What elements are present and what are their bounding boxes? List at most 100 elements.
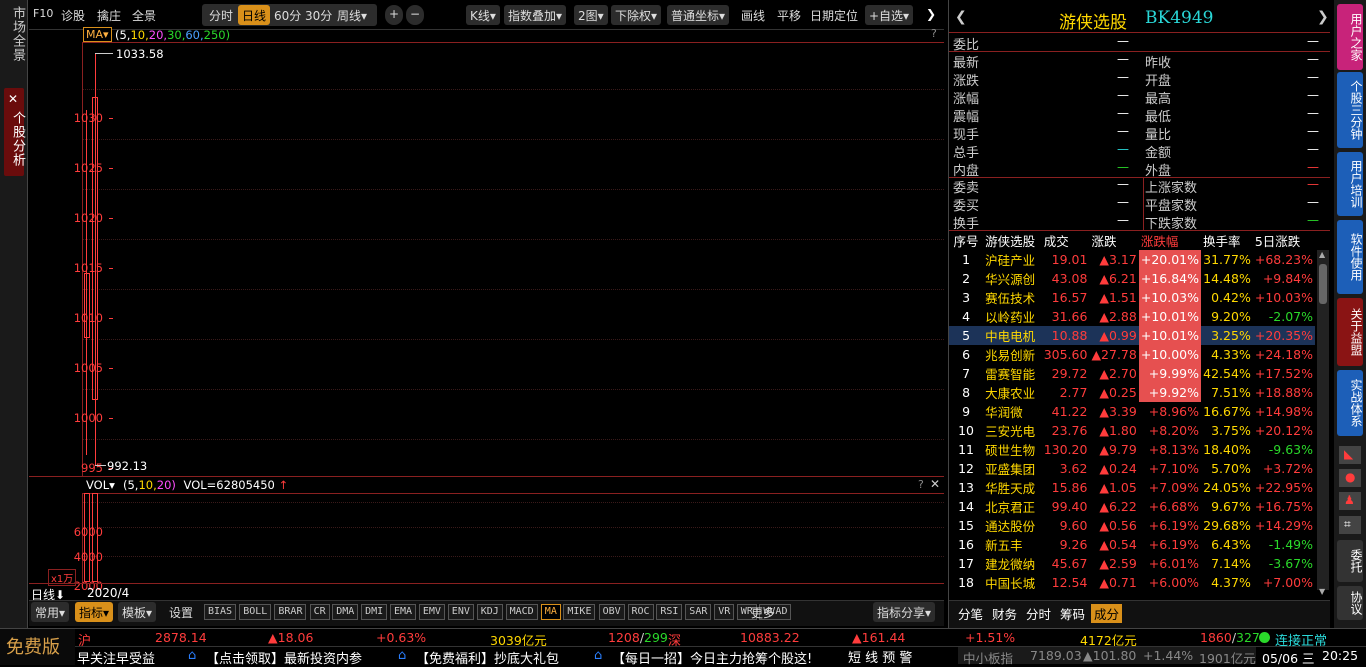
- template-dropdown[interactable]: 模板▾: [118, 602, 157, 622]
- right-tab-5[interactable]: 实战体系: [1337, 370, 1363, 436]
- indicator-emv-button[interactable]: EMV: [418, 604, 445, 620]
- indicator-cr-button[interactable]: CR: [309, 604, 330, 620]
- indicator-mike-button[interactable]: MIKE: [563, 604, 596, 620]
- list-scrollbar-thumb[interactable]: [1319, 264, 1327, 304]
- timeshare-button[interactable]: 分时: [205, 5, 238, 25]
- table-row[interactable]: 6 兆易创新 305.60 ▲27.78 +10.00% 4.33% +24.18%: [949, 345, 1315, 364]
- table-row[interactable]: 17 建龙微纳 45.67 ▲2.59 +6.01% 7.14% -3.67%: [949, 554, 1315, 573]
- 60min-button[interactable]: 60分: [270, 5, 306, 25]
- indicator-rsi-button[interactable]: RSI: [656, 604, 683, 620]
- alert-icon[interactable]: ◣: [1339, 446, 1361, 464]
- zoom-out-button[interactable]: −: [406, 5, 424, 25]
- qingzhuang-button[interactable]: 擒庄: [97, 7, 121, 24]
- table-row[interactable]: 13 华胜天成 15.86 ▲1.05 +7.09% 24.05% +22.95%: [949, 478, 1315, 497]
- right-tab-4[interactable]: 关于益盟: [1337, 298, 1363, 366]
- table-row[interactable]: 1 沪硅产业 19.01 ▲3.17 +20.01% 31.77% +68.23%: [949, 250, 1315, 269]
- indicator-ma-button[interactable]: MA: [540, 604, 561, 620]
- draw-line-button[interactable]: 画线: [741, 7, 765, 24]
- daily-button[interactable]: 日线: [238, 5, 271, 25]
- table-row[interactable]: 2 华兴源创 43.08 ▲6.21 +16.84% 14.48% +9.84%: [949, 269, 1315, 288]
- indicator-brar-button[interactable]: BRAR: [274, 604, 307, 620]
- more-indicators-button[interactable]: 更多: [751, 604, 775, 621]
- indicator-dma-button[interactable]: DMA: [332, 604, 359, 620]
- prev-icon[interactable]: ❮: [955, 9, 967, 25]
- header-4[interactable]: 涨跌幅: [1139, 231, 1201, 250]
- table-row[interactable]: 10 三安光电 23.76 ▲1.80 +8.20% 3.75% +20.12%: [949, 421, 1315, 440]
- indicator-sar-button[interactable]: SAR: [685, 604, 712, 620]
- short-alert-label[interactable]: 短 线 预 警: [848, 647, 912, 666]
- indicator-dmi-button[interactable]: DMI: [361, 604, 388, 620]
- table-row[interactable]: 14 北京君正 99.40 ▲6.22 +6.68% 9.67% +16.75%: [949, 497, 1315, 516]
- indicator-dropdown[interactable]: 指标▾: [75, 602, 114, 622]
- right-tab-1[interactable]: 个股三分钟: [1337, 72, 1363, 148]
- table-row[interactable]: 8 大康农业 2.77 ▲0.25 +9.92% 7.51% +18.88%: [949, 383, 1315, 402]
- table-row[interactable]: 11 硕世生物 130.20 ▲9.79 +8.13% 18.40% -9.63%: [949, 440, 1315, 459]
- ticket-icon[interactable]: ●: [1339, 469, 1361, 487]
- free-version-label[interactable]: 免费版: [6, 633, 60, 659]
- indicator-kdj-button[interactable]: KDJ: [476, 604, 503, 620]
- right-tab-7[interactable]: 协议: [1337, 586, 1363, 620]
- two-charts-dropdown[interactable]: 2图▾: [574, 5, 608, 25]
- right-tab-0[interactable]: 用户之家: [1337, 4, 1363, 70]
- indicator-share-dropdown[interactable]: 指标分享▾: [873, 602, 936, 622]
- right-tab-3[interactable]: 软件使用: [1337, 220, 1363, 294]
- ticker-item[interactable]: 【点击领取】最新投资内参: [206, 648, 362, 667]
- panel-tab-2[interactable]: 分时: [1023, 604, 1054, 623]
- indicator-macd-button[interactable]: MACD: [505, 604, 538, 620]
- ticker-item[interactable]: 早关注早受益: [77, 648, 155, 667]
- table-row[interactable]: 9 华润微 41.22 ▲3.39 +8.96% 16.67% +14.98%: [949, 402, 1315, 421]
- scroll-down-icon[interactable]: ▼: [1319, 587, 1325, 596]
- expand-icon[interactable]: ❯: [926, 7, 936, 21]
- indicator-boll-button[interactable]: BOLL: [239, 604, 272, 620]
- table-row[interactable]: 7 雷赛智能 29.72 ▲2.70 +9.99% 42.54% +17.52%: [949, 364, 1315, 383]
- close-icon[interactable]: ✕: [8, 92, 18, 106]
- header-1[interactable]: 游侠选股: [983, 231, 1042, 250]
- pan-button[interactable]: 平移: [777, 7, 801, 24]
- common-dropdown[interactable]: 常用▾: [31, 602, 70, 622]
- header-5[interactable]: 换手率: [1201, 231, 1253, 250]
- f10-button[interactable]: F10: [33, 7, 53, 20]
- right-tab-2[interactable]: 用户培训: [1337, 152, 1363, 216]
- scroll-up-icon[interactable]: ▲: [1319, 250, 1325, 259]
- ex-rights-dropdown[interactable]: 下除权▾: [611, 5, 662, 25]
- ticker-item[interactable]: 【每日一招】今日主力抢筹个股这!: [612, 648, 812, 667]
- indicator-obv-button[interactable]: OBV: [598, 604, 625, 620]
- next-icon[interactable]: ❯: [1317, 9, 1329, 25]
- indicator-ema-button[interactable]: EMA: [390, 604, 417, 620]
- diagnose-button[interactable]: 诊股: [61, 7, 85, 24]
- ticker-item[interactable]: 【免费福利】抄底大礼包: [416, 648, 559, 667]
- panel-tab-0[interactable]: 分笔: [955, 604, 986, 623]
- 30min-button[interactable]: 30分: [301, 5, 337, 25]
- panel-tab-3[interactable]: 筹码: [1057, 604, 1088, 623]
- panel-tab-1[interactable]: 财务: [989, 604, 1020, 623]
- ma-indicator-dropdown[interactable]: MA▾: [83, 27, 112, 42]
- table-row[interactable]: 4 以岭药业 31.66 ▲2.88 +10.01% 9.20% -2.07%: [949, 307, 1315, 326]
- right-tab-6[interactable]: 委托: [1337, 540, 1363, 582]
- user-icon[interactable]: ♟: [1339, 492, 1361, 510]
- crop-icon[interactable]: ⌗: [1339, 516, 1361, 534]
- coordinate-dropdown[interactable]: 普通坐标▾: [667, 5, 730, 25]
- date-locate-button[interactable]: 日期定位: [810, 7, 858, 24]
- table-row[interactable]: 3 赛伍技术 16.57 ▲1.51 +10.03% 0.42% +10.03%: [949, 288, 1315, 307]
- indicator-env-button[interactable]: ENV: [447, 604, 474, 620]
- zoom-in-button[interactable]: +: [385, 5, 403, 25]
- table-row[interactable]: 18 中国长城 12.54 ▲0.71 +6.00% 4.37% +7.00%: [949, 573, 1315, 592]
- header-0[interactable]: 序号: [949, 231, 983, 250]
- settings-button[interactable]: 设置: [169, 604, 193, 621]
- kline-dropdown[interactable]: K线▾: [466, 5, 500, 25]
- add-watchlist-dropdown[interactable]: +自选▾: [865, 5, 914, 25]
- indicator-bias-button[interactable]: BIAS: [204, 604, 237, 620]
- indicator-roc-button[interactable]: ROC: [627, 604, 654, 620]
- index-overlay-dropdown[interactable]: 指数叠加▾: [504, 5, 567, 25]
- tab-market-overview[interactable]: 市场全景: [3, 4, 25, 64]
- header-6[interactable]: 5日涨跌: [1253, 231, 1315, 250]
- header-2[interactable]: 成交: [1042, 231, 1090, 250]
- table-row[interactable]: 16 新五丰 9.26 ▲0.54 +6.19% 6.43% -1.49%: [949, 535, 1315, 554]
- header-3[interactable]: 涨跌: [1089, 231, 1138, 250]
- panorama-button[interactable]: 全景: [132, 7, 156, 24]
- vol-close-icon[interactable]: ✕: [930, 477, 940, 491]
- help-icon[interactable]: ?: [931, 27, 937, 40]
- vol-help-icon[interactable]: ?: [918, 478, 924, 491]
- table-row[interactable]: 5 中电电机 10.88 ▲0.99 +10.01% 3.25% +20.35%: [949, 326, 1315, 345]
- table-row[interactable]: 12 亚盛集团 3.62 ▲0.24 +7.10% 5.70% +3.72%: [949, 459, 1315, 478]
